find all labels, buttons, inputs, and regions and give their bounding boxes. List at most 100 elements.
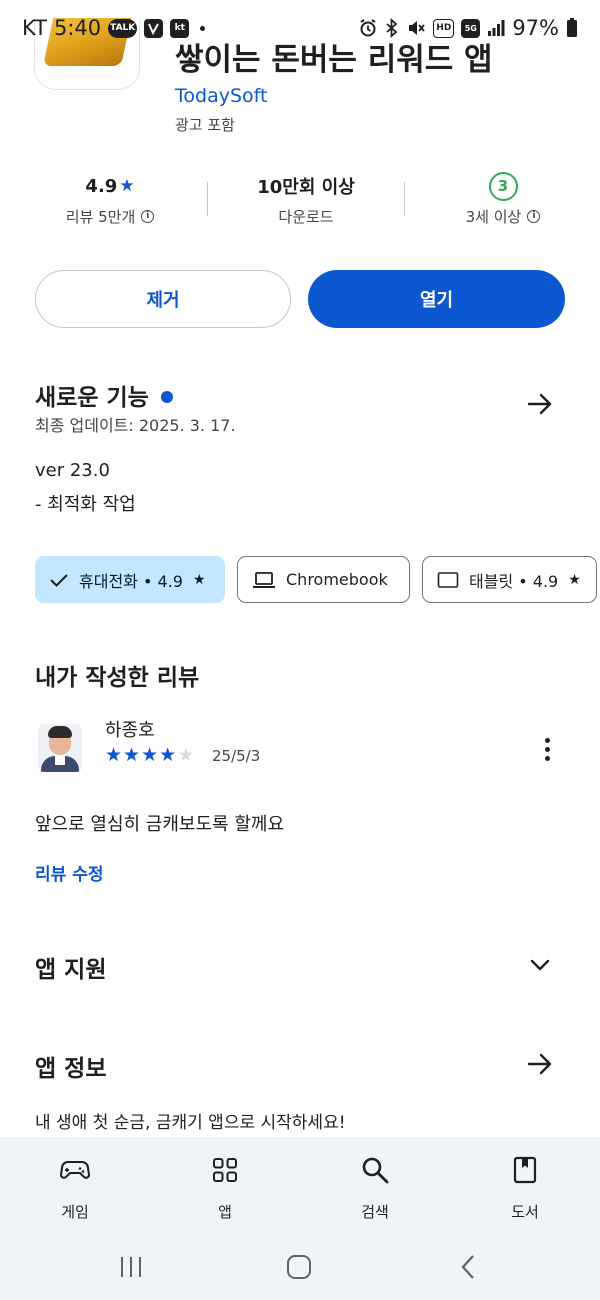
- rating-value: 4.9: [85, 175, 118, 197]
- rating-label-row: 리뷰 5만개 i: [35, 206, 185, 227]
- clock: 5:40: [53, 16, 102, 40]
- gamepad-icon: [60, 1155, 90, 1185]
- star-filled-icon: ★: [105, 744, 123, 766]
- nav-item-apps[interactable]: 앱: [150, 1137, 300, 1235]
- developer-link[interactable]: TodaySoft: [175, 85, 267, 107]
- stat-divider: [207, 182, 208, 216]
- nav-item-search[interactable]: 검색: [300, 1137, 450, 1235]
- edit-review-link[interactable]: 리뷰 수정: [35, 860, 103, 885]
- more-vert-icon-dot: [544, 746, 550, 752]
- star-empty-icon: ★: [177, 744, 195, 766]
- nav-label-games: 게임: [61, 1203, 89, 1221]
- mute-icon: [409, 21, 425, 35]
- nav-label-books: 도서: [511, 1203, 539, 1221]
- recent-apps-icon: [121, 1257, 141, 1277]
- chip-tablet[interactable]: 태블릿 • 4.9 ★: [422, 556, 597, 603]
- apps-grid-icon: [212, 1155, 238, 1185]
- app-info-heading: 앱 정보: [35, 1056, 107, 1082]
- chip-chromebook-label: Chromebook: [286, 570, 388, 589]
- more-vert-icon-dot: [544, 737, 550, 743]
- last-updated: 최종 업데이트: 2025. 3. 17.: [35, 416, 236, 435]
- age-rating-stat[interactable]: 3 3세 이상 i: [428, 170, 578, 227]
- age-value-row: 3: [428, 170, 578, 202]
- avatar: [38, 724, 82, 772]
- more-vert-icon-dot: [544, 755, 550, 761]
- star-icon: ★: [192, 571, 206, 588]
- rating-count-label: 리뷰 5만개: [65, 208, 136, 226]
- star-icon: ★: [568, 571, 581, 588]
- status-left: KT 5:40 TALK kt: [22, 16, 206, 40]
- app-info-arrow-button[interactable]: [520, 1044, 560, 1084]
- rating-stat[interactable]: 4.9 ★ 리뷰 5만개 i: [35, 170, 185, 227]
- contains-ads-note: 광고 포함: [175, 116, 235, 134]
- system-navigation-bar: [0, 1235, 600, 1300]
- age-rating-label: 3세 이상: [465, 208, 522, 226]
- vpn-badge-icon: [144, 18, 164, 38]
- version-text: ver 23.0: [35, 460, 110, 481]
- new-indicator-dot-icon: [160, 390, 173, 403]
- open-button[interactable]: 열기: [308, 270, 565, 328]
- chip-phone-label: 휴대전화 • 4.9: [79, 571, 183, 591]
- search-icon: [361, 1155, 389, 1185]
- laptop-icon: [253, 571, 275, 588]
- age-label-row: 3세 이상 i: [428, 206, 578, 227]
- talk-badge-icon: TALK: [108, 18, 138, 38]
- app-stats: 4.9 ★ 리뷰 5만개 i 10만회 이상 다운로드 3 3세 이상 i: [0, 170, 600, 240]
- reviewer-name: 하종호: [105, 720, 155, 741]
- bluetooth-icon: [386, 18, 398, 38]
- alarm-icon: [360, 19, 376, 37]
- app-info-description: 내 생애 첫 순금, 금캐기 앱으로 시작하세요!: [35, 1113, 346, 1133]
- review-star-rating: ★ ★ ★ ★ ★: [105, 744, 194, 766]
- check-icon: [50, 573, 68, 587]
- battery-percent: 97%: [512, 16, 559, 40]
- downloads-label: 다운로드: [278, 208, 334, 226]
- bottom-navigation: 게임 앱 검색 도서: [0, 1137, 600, 1235]
- nav-label-apps: 앱: [218, 1203, 232, 1221]
- uninstall-button[interactable]: 제거: [35, 270, 291, 328]
- whats-new-title: 새로운 기능: [35, 385, 149, 411]
- nav-label-search: 검색: [361, 1203, 389, 1221]
- signal-icon: [488, 20, 505, 36]
- info-icon: i: [527, 210, 541, 223]
- battery-icon: [567, 18, 577, 37]
- star-filled-icon: ★: [123, 744, 141, 766]
- arrow-right-icon: [527, 393, 552, 415]
- tablet-icon: [437, 571, 459, 588]
- review-text: 앞으로 열심히 금캐보도록 할께요: [35, 814, 285, 835]
- arrow-right-icon: [527, 1053, 552, 1075]
- star-filled-icon: ★: [159, 744, 177, 766]
- whats-new-arrow-button[interactable]: [520, 384, 560, 424]
- status-bar: KT 5:40 TALK kt HD 5G 97%: [0, 0, 600, 56]
- downloads-stat: 10만회 이상 다운로드: [231, 170, 381, 227]
- back-icon: [461, 1255, 474, 1279]
- app-support-expand-button[interactable]: [520, 945, 560, 985]
- chip-tablet-label: 태블릿 • 4.9: [469, 571, 559, 591]
- notification-dot-icon: [200, 25, 206, 31]
- whats-new-heading: 새로운 기능: [35, 378, 173, 412]
- release-note: - 최적화 작업: [35, 494, 136, 515]
- review-date: 25/5/3: [212, 747, 261, 765]
- carrier-label: KT: [22, 16, 47, 40]
- chip-chromebook[interactable]: Chromebook: [237, 556, 410, 603]
- review-more-options-button[interactable]: [530, 732, 564, 766]
- home-icon: [287, 1255, 311, 1279]
- age-rating-badge-icon: 3: [488, 171, 518, 201]
- star-filled-icon: ★: [141, 744, 159, 766]
- 5g-icon: 5G: [461, 18, 481, 38]
- nav-item-games[interactable]: 게임: [0, 1137, 150, 1235]
- downloads-value: 10만회 이상: [257, 177, 355, 198]
- status-right: HD 5G 97%: [358, 16, 578, 40]
- chevron-down-icon: [530, 959, 550, 971]
- rating-value-row: 4.9 ★: [35, 170, 185, 202]
- nav-item-books[interactable]: 도서: [450, 1137, 600, 1235]
- back-button[interactable]: [448, 1251, 488, 1283]
- book-icon: [513, 1155, 537, 1185]
- my-review-heading: 내가 작성한 리뷰: [35, 665, 200, 691]
- chip-phone[interactable]: 휴대전화 • 4.9 ★: [35, 556, 225, 603]
- kt-badge-icon: kt: [170, 18, 190, 38]
- home-button[interactable]: [279, 1251, 319, 1283]
- hd-icon: HD: [433, 18, 455, 38]
- info-icon: i: [141, 210, 155, 223]
- app-support-heading[interactable]: 앱 지원: [35, 950, 107, 984]
- recent-apps-button[interactable]: [111, 1251, 151, 1283]
